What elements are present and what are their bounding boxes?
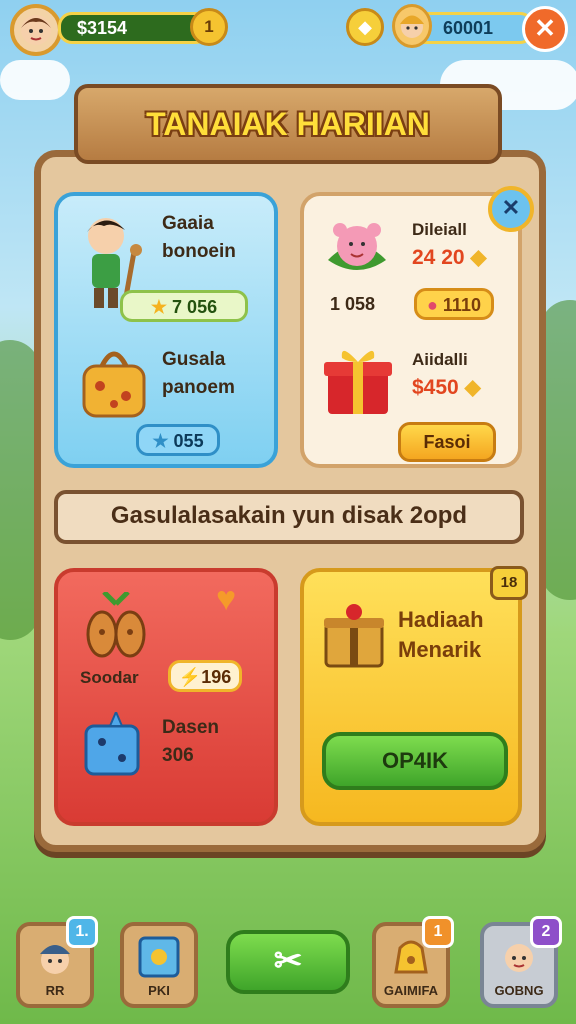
notification-badge: 2: [530, 916, 562, 948]
candy-value-pill: ● 1110: [414, 288, 494, 320]
gem-value: 055: [173, 431, 204, 451]
gem-icon[interactable]: ◆: [346, 8, 384, 46]
heart-icon[interactable]: ♥: [216, 580, 236, 619]
bottom-nav-profile[interactable]: RR 1.: [16, 916, 98, 1008]
item-price: $450 ◆: [412, 376, 481, 400]
bolt-value-pill: ⚡196: [168, 660, 242, 692]
item-price-value: 24 20: [412, 246, 465, 269]
bottom-nav-map[interactable]: PKI: [120, 922, 198, 1008]
timer-badge: 18: [490, 566, 528, 600]
nav-label: GAIMIFA: [383, 983, 439, 998]
bolt-value: 196: [201, 667, 232, 687]
item-label: 306: [162, 745, 194, 766]
buy-button[interactable]: Fasoi: [398, 422, 496, 462]
item-count: 1 058: [330, 294, 376, 314]
gift-title: Hadiaah: [398, 607, 484, 632]
item-label: Gusala: [162, 349, 226, 370]
star-icon: ★: [150, 297, 168, 317]
star-icon: ★: [152, 431, 169, 451]
play-action-button[interactable]: ✂: [226, 930, 350, 994]
cloud: [0, 60, 70, 100]
pig-monster-icon: [322, 210, 392, 285]
notification-badge: 1.: [66, 916, 98, 948]
info-banner: Gasulalasakain yun disak 2opd: [54, 490, 524, 544]
claim-button[interactable]: OP4IK: [322, 732, 508, 790]
friend-avatar-icon[interactable]: [392, 4, 432, 48]
coin-icon: ◆: [470, 246, 487, 269]
gift-chest-icon: [322, 602, 386, 673]
star-value-pill: ★ 7 056: [120, 290, 248, 322]
item-name: Dileiall: [412, 220, 467, 239]
tools-icon[interactable]: ✕: [488, 186, 534, 232]
close-button[interactable]: ✕: [522, 6, 568, 52]
scissors-icon: ✂: [273, 942, 303, 980]
bolt-icon: ⚡: [178, 667, 202, 687]
blue-dice-icon: [80, 709, 146, 783]
item-name: Aiidalli: [412, 350, 468, 369]
bottom-nav-events[interactable]: GAIMIFA 1: [372, 916, 454, 1008]
item-price: 24 20 ◆: [412, 246, 487, 270]
notification-badge: 1: [422, 916, 454, 948]
item-price-value: $450: [412, 376, 459, 399]
puzzle-board-icon: [138, 936, 180, 978]
gem-value-pill: ★ 055: [136, 424, 220, 456]
bottom-nav-friends[interactable]: GOBNG 2: [480, 916, 562, 1008]
seed-pods-icon: [78, 590, 154, 667]
coin-counter: $3154: [58, 12, 210, 44]
nav-label: PKI: [148, 983, 170, 998]
nav-label: RR: [45, 983, 65, 998]
gift-title: Menarik: [398, 637, 482, 662]
item-label: Soodar: [80, 668, 139, 687]
player-face-icon: [21, 15, 51, 45]
star-value: 7 056: [172, 297, 218, 317]
item-label: Gaaia: [162, 213, 214, 234]
page-title: TANAIAK HARIIAN: [74, 84, 502, 164]
item-label: bonoein: [162, 241, 236, 262]
player-avatar[interactable]: [10, 4, 62, 56]
treasure-bag-icon: [78, 342, 150, 425]
nav-label: GOBNG: [494, 983, 544, 998]
candy-value: 1110: [442, 295, 481, 315]
coin-icon[interactable]: 1: [190, 8, 228, 46]
item-label: panoem: [162, 377, 235, 398]
coin-icon: ◆: [464, 376, 481, 399]
candy-icon: ●: [427, 295, 438, 315]
gift-box-icon: [322, 340, 394, 423]
item-label: Dasen: [162, 717, 220, 738]
